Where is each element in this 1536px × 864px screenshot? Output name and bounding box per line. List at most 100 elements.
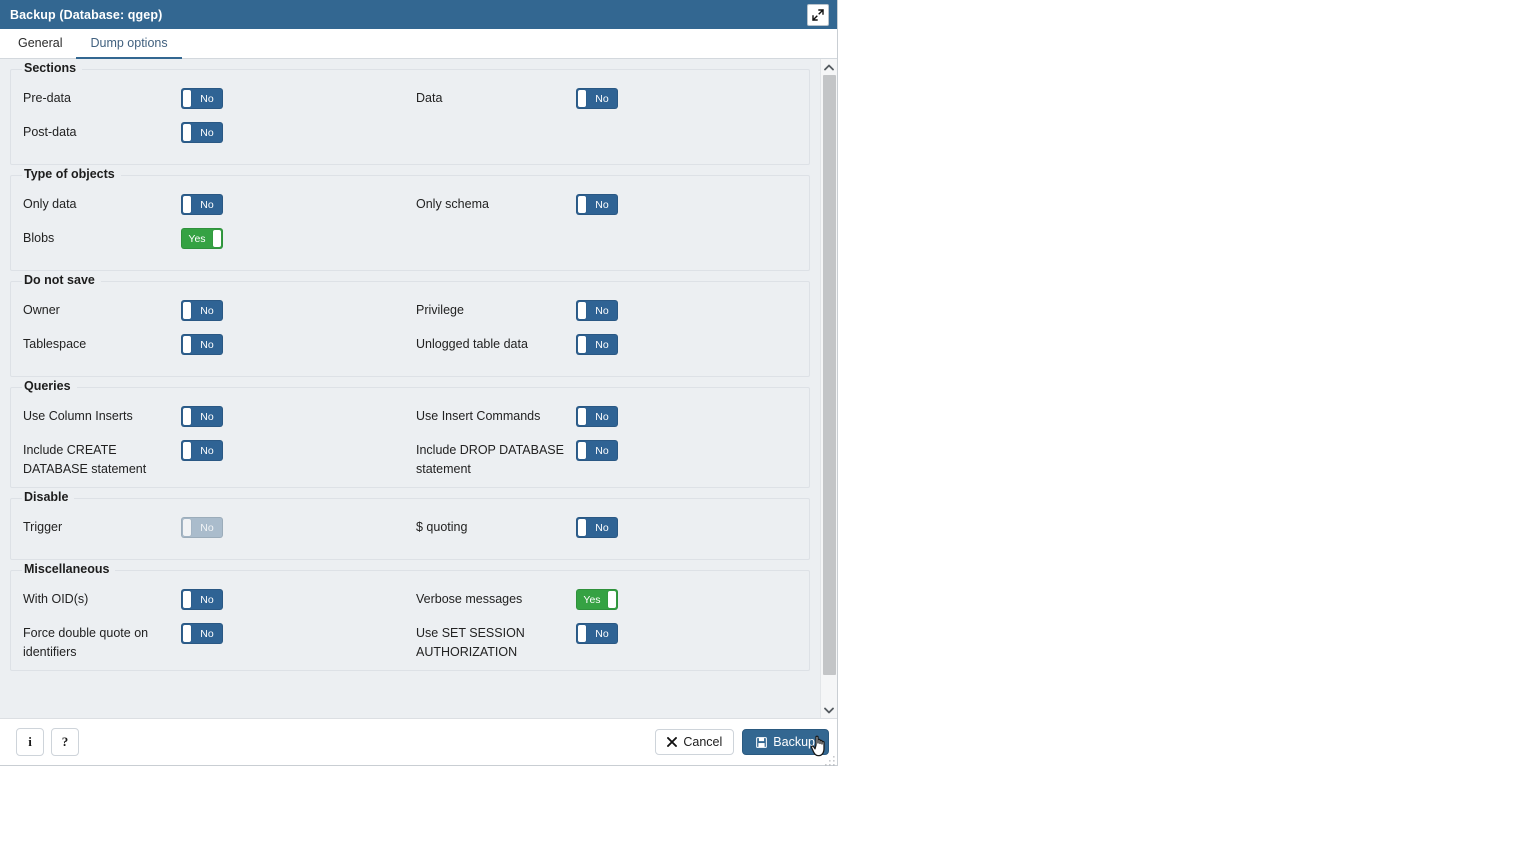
toggle-value-label: No (200, 521, 214, 534)
option-cell: With OID(s) No (23, 589, 416, 610)
toggle-value-label: No (200, 338, 214, 351)
section-title: Queries (22, 379, 77, 393)
toggle-switch[interactable]: No (181, 88, 223, 109)
section-title: Miscellaneous (22, 562, 116, 576)
option-row: Include CREATE DATABASE statement No Inclu… (11, 440, 809, 479)
option-label: Owner (23, 303, 60, 317)
toggle-switch[interactable]: No (181, 194, 223, 215)
option-label: Only schema (416, 197, 489, 211)
toggle-switch[interactable]: No (181, 589, 223, 610)
toggle-switch[interactable]: No (576, 194, 618, 215)
toggle-value-label: No (595, 304, 609, 317)
section-rows: Trigger No $ quoting No (11, 499, 809, 551)
toggle-value-label: No (595, 410, 609, 423)
option-row: Post-data No (11, 122, 809, 156)
dialog-body: Sections Pre-data No Data No Post-data No Type … (0, 59, 837, 718)
option-row: Tablespace No Unlogged table data No (11, 334, 809, 368)
toggle-value-label: No (200, 126, 214, 139)
option-cell: Use Insert Commands No (416, 406, 809, 427)
toggle-switch[interactable]: No (576, 517, 618, 538)
option-label: Tablespace (23, 337, 87, 351)
backup-label: Backup (773, 735, 815, 749)
option-cell: Pre-data No (23, 88, 416, 109)
toggle-handle (183, 302, 191, 319)
scrollbar-track[interactable] (821, 75, 837, 702)
tab-general-label: General (18, 36, 63, 50)
toggle-switch[interactable]: No (181, 440, 223, 461)
toggle-value-label: Yes (583, 593, 601, 606)
toggle-handle (213, 230, 221, 247)
backup-button[interactable]: Backup (742, 729, 829, 755)
toggle-switch[interactable]: No (576, 334, 618, 355)
toggle-value-label: No (595, 444, 609, 457)
option-row: Use Column Inserts No Use Insert Commands N… (11, 406, 809, 440)
option-cell: Privilege No (416, 300, 809, 321)
section-miscellaneous: Miscellaneous With OID(s) No Verbose messag… (10, 562, 810, 671)
option-label: Unlogged table data (416, 337, 528, 351)
info-button[interactable]: i (16, 728, 44, 756)
toggle-handle (183, 408, 191, 425)
option-label: Data (416, 91, 443, 105)
dialog-titlebar[interactable]: Backup (Database: qgep) (0, 0, 837, 29)
help-button[interactable]: ? (51, 728, 79, 756)
backup-dialog: Backup (Database: qgep) General Dump opt… (0, 0, 838, 766)
option-cell: Trigger No (23, 517, 416, 538)
toggle-handle (578, 442, 586, 459)
toggle-switch[interactable]: No (576, 88, 618, 109)
toggle-switch[interactable]: No (181, 122, 223, 143)
vertical-scrollbar[interactable] (820, 59, 837, 718)
section-title: Disable (22, 490, 75, 504)
option-cell: Use SET SESSION AUTHORIZATION No (416, 623, 809, 662)
option-cell: Only data No (23, 194, 416, 215)
dump-options-scroll-area: Sections Pre-data No Data No Post-data No Type … (0, 59, 820, 718)
option-row: Only data No Only schema No (11, 194, 809, 228)
cancel-label: Cancel (683, 735, 723, 749)
tab-dump-options[interactable]: Dump options (76, 29, 182, 59)
cancel-button[interactable]: Cancel (655, 729, 735, 755)
tab-general[interactable]: General (4, 29, 76, 59)
info-icon: i (28, 734, 32, 749)
scrollbar-thumb[interactable] (823, 75, 836, 675)
section-sections: Sections Pre-data No Data No Post-data No (10, 61, 810, 165)
option-cell: Force double quote on identifiers No (23, 623, 416, 662)
toggle-switch[interactable]: No (181, 300, 223, 321)
option-label: Trigger (23, 520, 63, 534)
dialog-title: Backup (Database: qgep) (10, 7, 163, 22)
toggle-switch[interactable]: No (181, 334, 223, 355)
section-rows: Only data No Only schema No Blobs Yes (11, 176, 809, 262)
option-row: Blobs Yes (11, 228, 809, 262)
cross-icon (667, 737, 678, 747)
toggle-switch[interactable]: Yes (576, 589, 618, 610)
scroll-down-button[interactable] (821, 702, 837, 718)
toggle-switch[interactable]: No (576, 406, 618, 427)
toggle-handle (183, 124, 191, 141)
option-label: Post-data (23, 125, 77, 139)
toggle-handle (578, 302, 586, 319)
option-label: Privilege (416, 303, 464, 317)
toggle-switch: No (181, 517, 223, 538)
option-cell: Use Column Inserts No (23, 406, 416, 427)
option-label: Use Insert Commands (416, 409, 541, 423)
toggle-handle (578, 519, 586, 536)
section-rows: Use Column Inserts No Use Insert Commands N… (11, 388, 809, 479)
section-rows: Pre-data No Data No Post-data No (11, 70, 809, 156)
floppy-save-icon (756, 736, 768, 748)
option-cell: Include CREATE DATABASE statement No (23, 440, 416, 479)
toggle-switch[interactable]: Yes (181, 228, 223, 249)
option-label: Use Column Inserts (23, 409, 133, 423)
toggle-switch[interactable]: No (576, 300, 618, 321)
toggle-switch[interactable]: No (181, 406, 223, 427)
maximize-button[interactable] (807, 3, 829, 26)
option-cell: Tablespace No (23, 334, 416, 355)
toggle-value-label: No (200, 444, 214, 457)
option-label: Include DROP DATABASE statement (416, 443, 564, 476)
toggle-value-label: No (200, 627, 214, 640)
resize-grip-icon[interactable] (825, 753, 835, 766)
toggle-switch[interactable]: No (181, 623, 223, 644)
option-label: $ quoting (416, 520, 468, 534)
toggle-switch[interactable]: No (576, 440, 618, 461)
footer-left-buttons: i ? (16, 728, 79, 756)
toggle-value-label: No (200, 92, 214, 105)
scroll-up-button[interactable] (821, 59, 837, 75)
toggle-switch[interactable]: No (576, 623, 618, 644)
